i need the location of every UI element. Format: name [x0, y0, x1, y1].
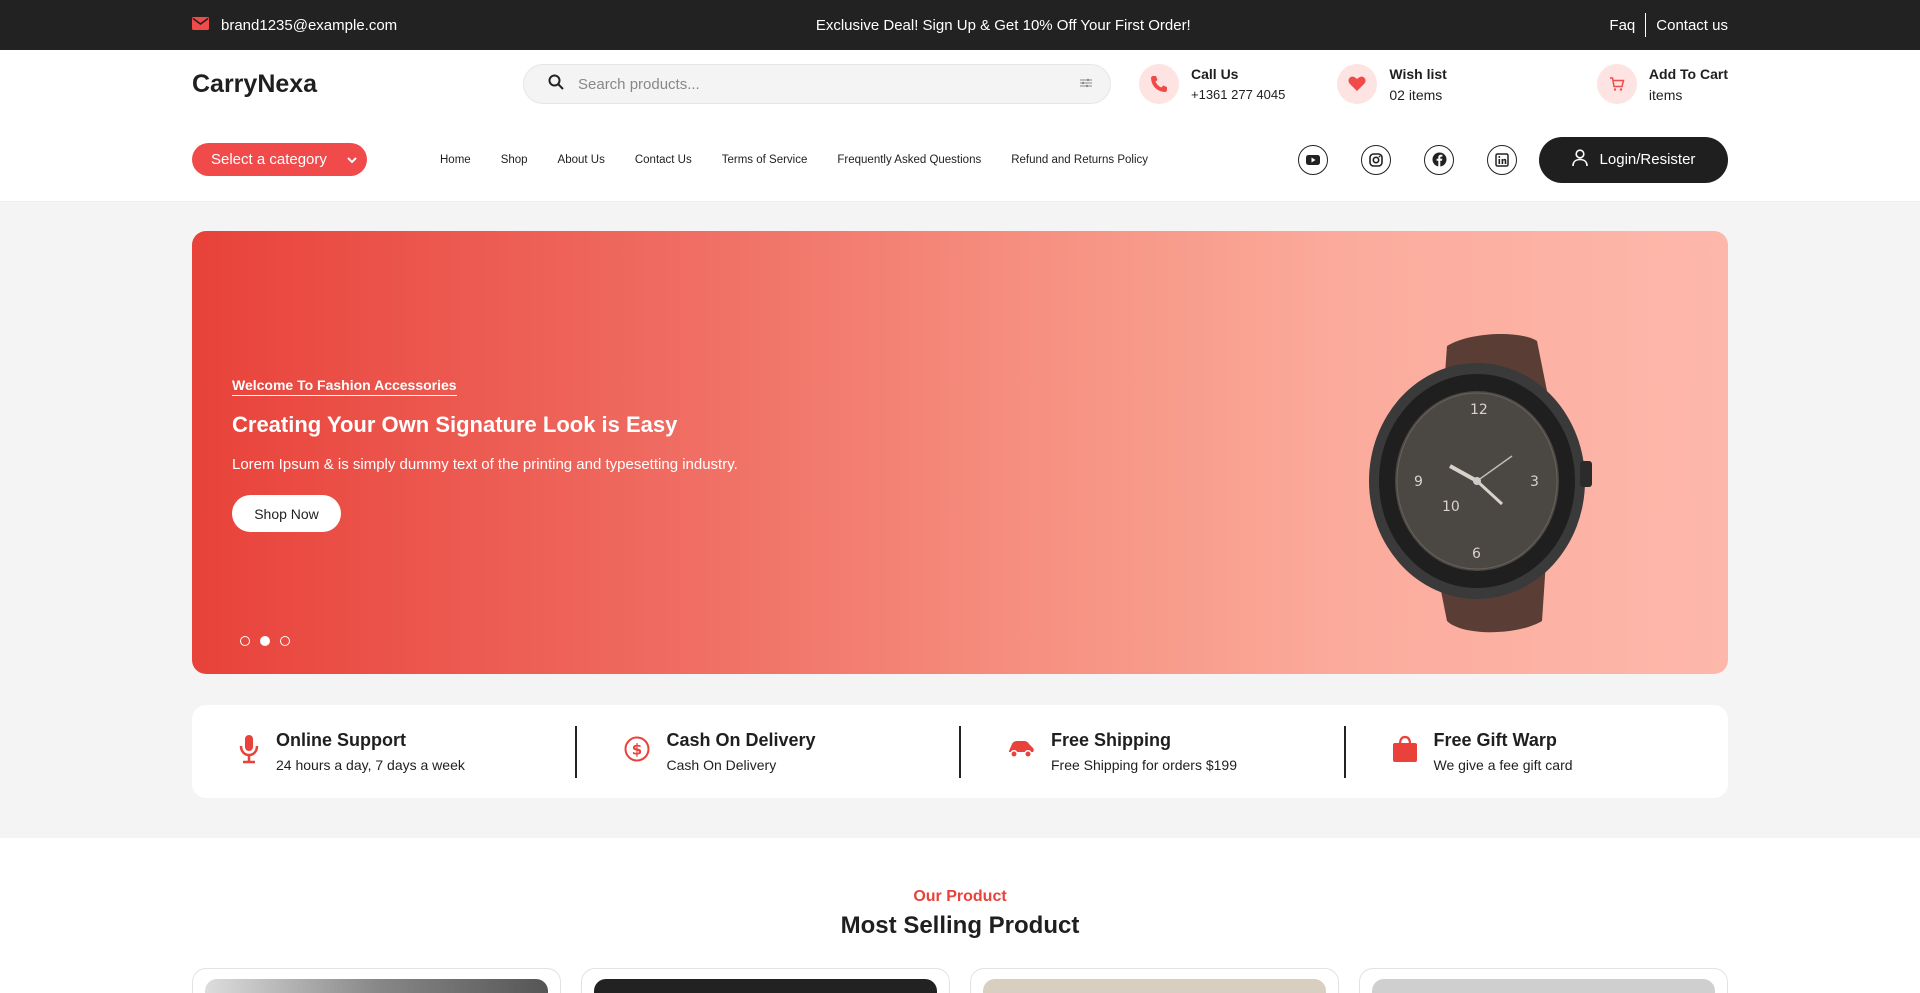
product-image	[983, 979, 1326, 993]
product-card[interactable]	[192, 968, 561, 993]
product-card[interactable]	[1359, 968, 1728, 993]
cart-count: items	[1648, 86, 1683, 103]
feature-subtitle: 24 hours a day, 7 days a week	[276, 757, 465, 773]
cart-title: Add To Cart	[1648, 65, 1728, 82]
features-bar: Online Support 24 hours a day, 7 days a …	[192, 705, 1728, 798]
feature-title: Cash On Delivery	[666, 730, 816, 750]
heart-icon	[1337, 64, 1378, 104]
product-image	[205, 979, 548, 993]
slider-dot-2[interactable]	[260, 636, 270, 646]
nav-about-us[interactable]: About Us	[558, 154, 605, 166]
category-select-label: Select a category	[211, 151, 327, 168]
call-us-title: Call Us	[1191, 66, 1239, 82]
phone-icon	[1139, 64, 1179, 104]
nav-row: Select a category Home Shop About Us Con…	[0, 118, 1920, 202]
feature-online-support: Online Support 24 hours a day, 7 days a …	[192, 725, 577, 778]
hero-content: Welcome To Fashion Accessories Creating …	[232, 377, 738, 532]
social-links	[1298, 144, 1517, 175]
svg-text:3: 3	[1530, 474, 1539, 490]
linkedin-icon[interactable]	[1487, 144, 1517, 175]
category-select[interactable]: Select a category	[192, 143, 367, 176]
login-register-label: Login/Resister	[1599, 151, 1696, 168]
cart-icon	[1596, 64, 1637, 104]
nav-contact-us[interactable]: Contact Us	[635, 154, 692, 166]
feature-subtitle: Cash On Delivery	[666, 757, 777, 773]
section-label: Our Product	[913, 888, 1007, 905]
contact-us-link[interactable]: Contact us	[1656, 17, 1728, 34]
hero-banner: Welcome To Fashion Accessories Creating …	[192, 231, 1728, 674]
wishlist-count: 02 items	[1389, 86, 1443, 103]
user-icon	[1571, 148, 1588, 171]
feature-title: Online Support	[276, 730, 406, 750]
instagram-icon[interactable]	[1361, 144, 1391, 175]
feature-subtitle: Free Shipping for orders $199	[1051, 757, 1237, 773]
main-content: Welcome To Fashion Accessories Creating …	[0, 202, 1920, 838]
product-cards	[0, 968, 1920, 993]
filter-icon[interactable]	[1080, 75, 1092, 93]
call-us-number: +1361 277 4045	[1191, 87, 1286, 102]
feature-title: Free Shipping	[1051, 730, 1172, 750]
search-input[interactable]	[578, 75, 1066, 93]
login-register-button[interactable]: Login/Resister	[1539, 136, 1728, 183]
youtube-icon[interactable]	[1298, 144, 1328, 175]
header: CarryNexa Call Us +1361 277 4045 Wish li…	[0, 50, 1920, 118]
divider	[1645, 13, 1647, 37]
product-card[interactable]	[970, 968, 1339, 993]
faq-link[interactable]: Faq	[1609, 17, 1635, 34]
promo-text: Exclusive Deal! Sign Up & Get 10% Off Yo…	[815, 16, 1191, 34]
nav-terms-of-service[interactable]: Terms of Service	[722, 154, 808, 166]
search-icon[interactable]	[548, 74, 564, 95]
products-section: Our Product Most Selling Product	[0, 838, 1920, 940]
product-image	[1372, 979, 1715, 993]
svg-text:6: 6	[1472, 546, 1481, 562]
product-card[interactable]	[581, 968, 950, 993]
wishlist[interactable]: Wish list 02 items	[1337, 64, 1447, 104]
nav-home[interactable]: Home	[440, 154, 471, 166]
svg-text:9: 9	[1414, 474, 1423, 490]
gift-bag-icon	[1392, 735, 1418, 768]
add-to-cart[interactable]: Add To Cart items	[1596, 64, 1728, 104]
nav-refund-policy[interactable]: Refund and Returns Policy	[1011, 154, 1148, 166]
feature-title: Free Gift Warp	[1433, 730, 1557, 750]
mail-icon	[192, 16, 209, 34]
feature-free-gift-warp: Free Gift Warp We give a fee gift card	[1346, 726, 1729, 778]
topbar-email[interactable]: brand1235@example.com	[192, 16, 398, 34]
product-image	[594, 979, 937, 993]
call-us[interactable]: Call Us +1361 277 4045	[1139, 64, 1285, 104]
section-heading: Most Selling Product	[840, 912, 1080, 939]
hero-subtitle: Welcome To Fashion Accessories	[232, 377, 457, 396]
logo[interactable]: CarryNexa	[192, 70, 523, 99]
wristwatch-image: 12 3 6 9 10	[1352, 326, 1602, 641]
microphone-icon	[238, 734, 260, 769]
slider-dot-3[interactable]	[280, 636, 290, 646]
email-text: brand1235@example.com	[221, 16, 398, 34]
shop-now-button[interactable]: Shop Now	[232, 495, 341, 532]
svg-text:$: $	[631, 741, 641, 759]
slider-dot-1[interactable]	[240, 636, 250, 646]
feature-subtitle: We give a fee gift card	[1433, 757, 1573, 773]
search-bar	[523, 64, 1111, 104]
nav-shop[interactable]: Shop	[501, 154, 528, 166]
wishlist-title: Wish list	[1389, 65, 1447, 82]
hero-description: Lorem Ipsum & is simply dummy text of th…	[232, 456, 738, 473]
svg-text:12: 12	[1470, 402, 1488, 418]
feature-free-shipping: Free Shipping Free Shipping for orders $…	[961, 725, 1346, 778]
top-bar: brand1235@example.com Exclusive Deal! Si…	[0, 0, 1920, 50]
car-icon	[1007, 739, 1035, 764]
slider-dots	[240, 636, 290, 646]
feature-cash-on-delivery: $ Cash On Delivery Cash On Delivery	[577, 725, 961, 778]
svg-text:10: 10	[1442, 499, 1460, 515]
main-nav: Home Shop About Us Contact Us Terms of S…	[440, 154, 1148, 166]
chevron-down-icon	[347, 151, 357, 168]
facebook-icon[interactable]	[1424, 144, 1454, 175]
hero-title: Creating Your Own Signature Look is Easy	[232, 412, 678, 437]
dollar-icon: $	[623, 735, 651, 768]
nav-faq[interactable]: Frequently Asked Questions	[837, 154, 981, 166]
